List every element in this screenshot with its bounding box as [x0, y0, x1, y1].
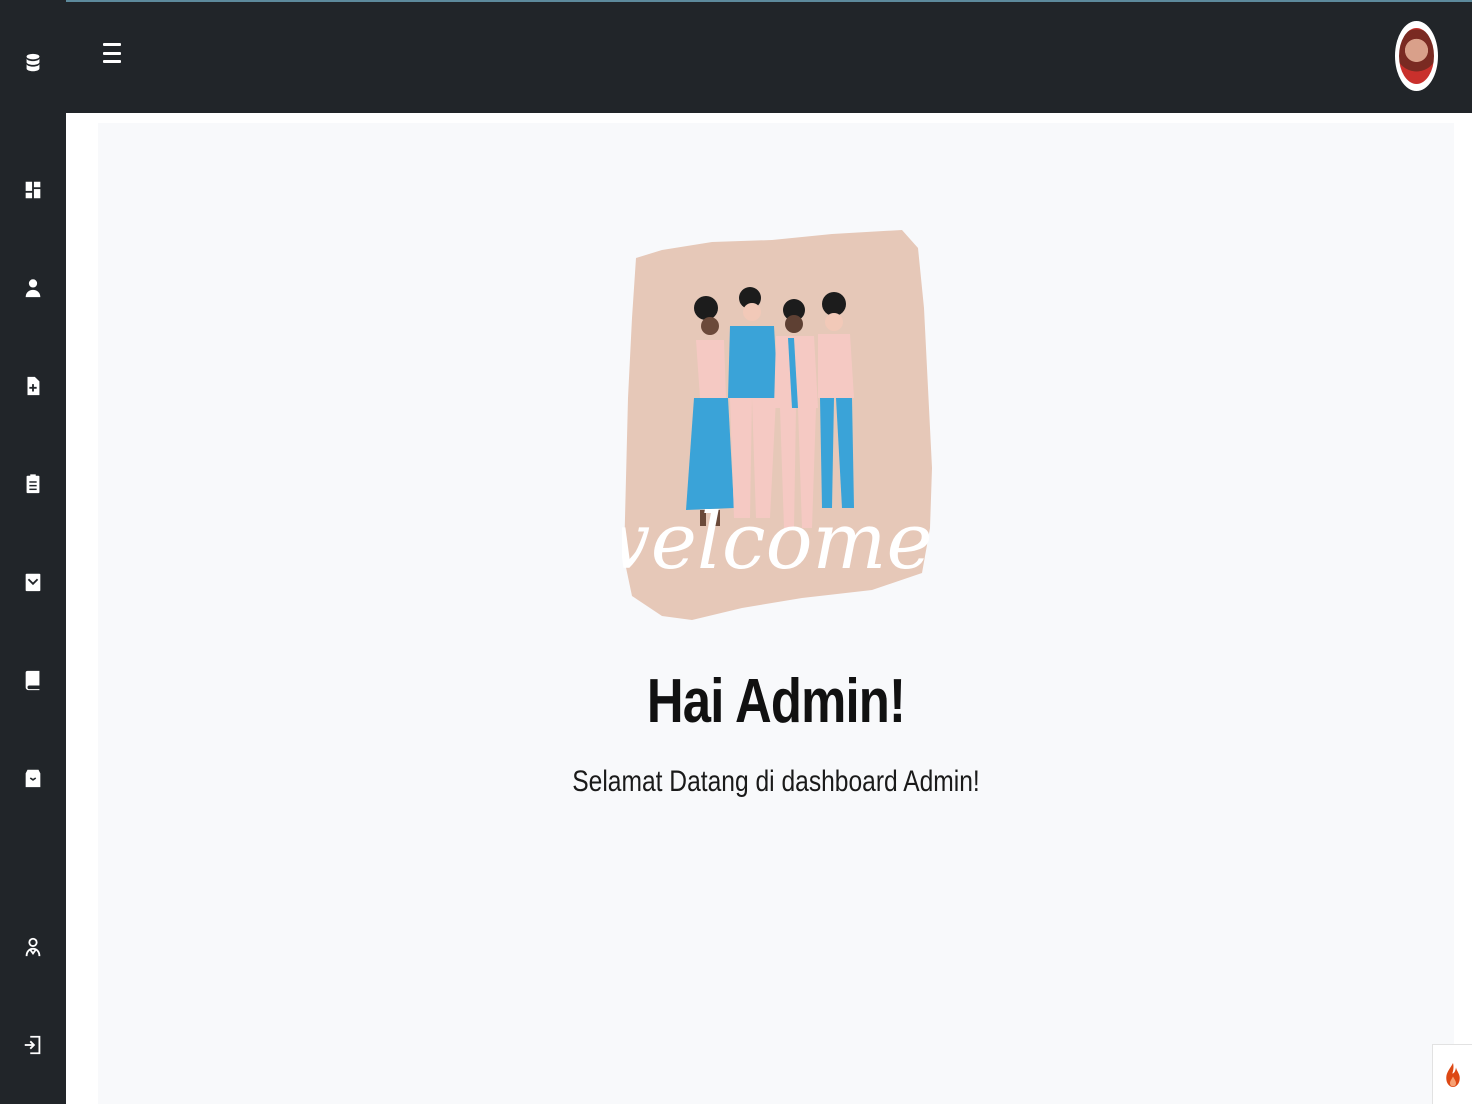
database-icon[interactable]	[15, 45, 51, 81]
welcome-illustration: welcome!	[622, 230, 937, 620]
main-content: welcome! Hai Admin! Selamat Datang di da…	[66, 113, 1472, 1104]
clipboard-list-icon[interactable]	[15, 466, 51, 502]
logout-icon[interactable]	[15, 1027, 51, 1063]
codeigniter-flame-icon[interactable]	[1432, 1044, 1472, 1104]
avatar[interactable]	[1395, 21, 1438, 91]
calendar-check-icon[interactable]	[15, 564, 51, 600]
top-navbar	[66, 2, 1472, 113]
user-icon[interactable]	[15, 270, 51, 306]
file-medical-icon[interactable]	[15, 368, 51, 404]
archive-icon[interactable]	[15, 760, 51, 796]
sidebar	[0, 0, 66, 1104]
hamburger-menu-icon[interactable]	[102, 40, 122, 66]
page-subtitle: Selamat Datang di dashboard Admin!	[572, 765, 980, 798]
avatar-image	[1399, 28, 1434, 84]
welcome-card: welcome! Hai Admin! Selamat Datang di da…	[98, 123, 1454, 1104]
dashboard-icon[interactable]	[15, 172, 51, 208]
book-icon[interactable]	[15, 662, 51, 698]
user-doctor-icon[interactable]	[15, 929, 51, 965]
welcome-script-text: welcome!	[622, 497, 937, 587]
page-title: Hai Admin!	[646, 667, 906, 736]
